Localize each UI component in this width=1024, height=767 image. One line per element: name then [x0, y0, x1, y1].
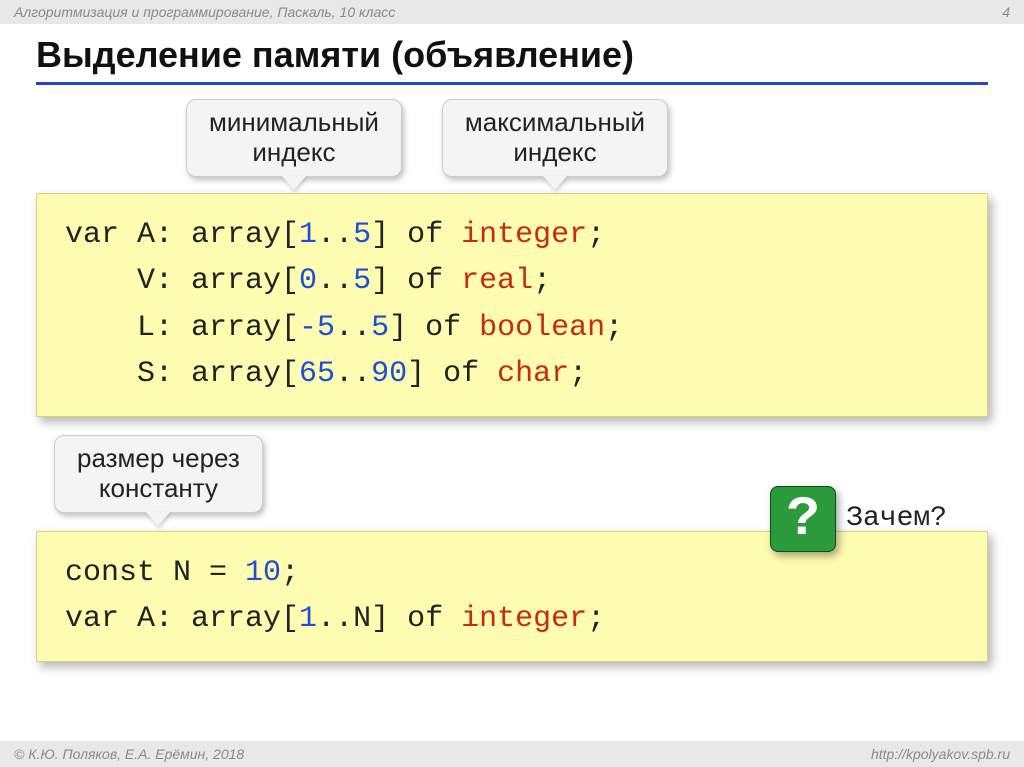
- page-number: 4: [1002, 4, 1010, 20]
- callout-max-index: максимальный индекс: [442, 99, 668, 177]
- code-block-1: var A: array[1..5] of integer; V: array[…: [36, 193, 988, 417]
- topbar-left: Алгоритмизация и программирование, Паска…: [14, 4, 395, 20]
- topbar: Алгоритмизация и программирование, Паска…: [0, 0, 1024, 24]
- code2-line-1: const N = 10;: [65, 550, 959, 597]
- callout-row: минимальный индекс максимальный индекс: [186, 99, 988, 177]
- code-line-2: V: array[0..5] of real;: [65, 258, 959, 305]
- code-block-2: ? Зачем? const N = 10; var A: array[1..N…: [36, 531, 988, 662]
- code-line-1: var A: array[1..5] of integer;: [65, 212, 959, 259]
- callout-const: размер через константу: [54, 435, 263, 513]
- code2-line-2: var A: array[1..N] of integer;: [65, 596, 959, 643]
- callout-min-text: минимальный индекс: [209, 107, 379, 167]
- slide-title: Выделение памяти (объявление): [36, 34, 988, 85]
- footer-left: © К.Ю. Поляков, Е.А. Ерёмин, 2018: [14, 746, 244, 762]
- footer-right: http://kpolyakov.spb.ru: [871, 746, 1010, 762]
- callout-min-index: минимальный индекс: [186, 99, 402, 177]
- code-line-4: S: array[65..90] of char;: [65, 351, 959, 398]
- slide-body: Выделение памяти (объявление) минимальны…: [0, 24, 1024, 662]
- callout-const-wrap: размер через константу: [54, 435, 988, 513]
- footer: © К.Ю. Поляков, Е.А. Ерёмин, 2018 http:/…: [0, 741, 1024, 767]
- code-line-3: L: array[-5..5] of boolean;: [65, 305, 959, 352]
- callout-const-text: размер через константу: [77, 443, 240, 503]
- callout-max-text: максимальный индекс: [465, 107, 645, 167]
